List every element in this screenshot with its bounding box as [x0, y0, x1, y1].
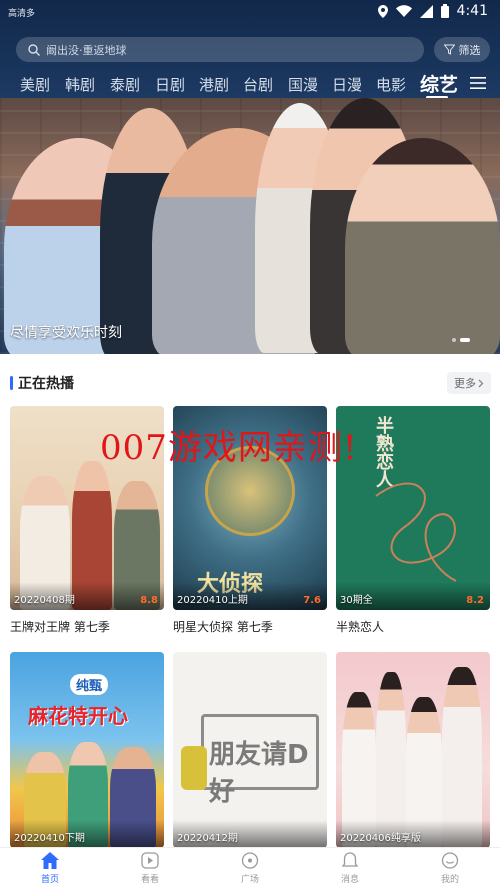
video-icon [141, 852, 159, 869]
tab-us-drama[interactable]: 美剧 [20, 74, 50, 95]
tab-movie[interactable]: 电影 [376, 74, 406, 95]
show-title: 半熟恋人 [336, 620, 385, 634]
show-card[interactable]: 朋友请D好 20220412期 [173, 652, 327, 848]
episode-label: 20220412期 [177, 833, 238, 844]
nav-watch[interactable]: 看看 [120, 852, 180, 885]
bottom-nav: 首页 看看 广场 消息 我的 [0, 847, 500, 889]
episode-label: 30期全 [340, 595, 373, 606]
episode-label: 20220410下期 [14, 833, 85, 844]
tab-chinese-anime[interactable]: 国漫 [288, 74, 318, 95]
signal-icon [419, 4, 433, 18]
tab-hk-drama[interactable]: 港剧 [199, 74, 229, 95]
banner-caption: 尽情享受欢乐时刻 [10, 325, 122, 341]
menu-icon[interactable] [470, 76, 486, 90]
bell-icon [341, 852, 359, 867]
carousel-dot-active [460, 338, 470, 342]
nav-label: 消息 [340, 875, 359, 885]
filter-button[interactable]: 筛选 [434, 37, 490, 62]
status-icons: 4:41 [377, 3, 488, 19]
wifi-icon [395, 5, 412, 17]
tab-korean-drama[interactable]: 韩剧 [65, 74, 95, 95]
poster-title: 麻花特开心 [28, 704, 128, 728]
watermark-text: 007游戏网亲测! [100, 428, 358, 468]
score-badge: 8.2 [466, 595, 484, 606]
more-label: 更多 [454, 377, 476, 390]
score-badge: 8.8 [140, 595, 158, 606]
poster-subtitle: 纯甄 [70, 674, 109, 695]
show-poster: 朋友请D好 20220412期 [173, 652, 327, 848]
home-icon [41, 852, 59, 869]
show-card[interactable]: 纯甄 麻花特开心 20220410下期 [10, 652, 164, 848]
nav-label: 我的 [440, 875, 459, 885]
section-title: 正在热播 [18, 376, 74, 392]
now-playing-header: 正在热播 更多 [0, 362, 500, 402]
show-card[interactable]: 半熟恋人 30期全 8.2 半熟恋人 [336, 406, 490, 635]
carousel-indicator [452, 338, 470, 342]
poster-sticker [181, 746, 207, 790]
poster-title: 朋友请D好 [209, 740, 309, 807]
search-placeholder: 阚出没·重返地球 [46, 43, 127, 57]
section-accent-bar [10, 376, 13, 390]
tab-japanese-anime[interactable]: 日漫 [332, 74, 362, 95]
more-button[interactable]: 更多 [447, 372, 491, 394]
hero-banner[interactable]: 尽情享受欢乐时刻 [0, 98, 500, 354]
show-poster: 半熟恋人 30期全 8.2 [336, 406, 490, 610]
carrier-label: 高清多 [8, 9, 36, 19]
show-card[interactable]: 20220406纯享版 [336, 652, 490, 848]
carousel-dot [452, 338, 456, 342]
nav-profile[interactable]: 我的 [420, 852, 480, 885]
show-title: 明星大侦探 第七季 [173, 620, 273, 634]
poster-thread-art [375, 482, 457, 582]
show-poster: 纯甄 麻花特开心 20220410下期 [10, 652, 164, 848]
clock: 4:41 [456, 3, 488, 19]
episode-label: 20220410上期 [177, 595, 248, 606]
tab-thai-drama[interactable]: 泰剧 [110, 74, 140, 95]
chevron-right-icon [478, 379, 484, 387]
search-icon [28, 43, 40, 56]
show-title: 王牌对王牌 第七季 [10, 620, 110, 634]
nav-plaza[interactable]: 广场 [220, 852, 280, 885]
tab-tw-drama[interactable]: 台剧 [243, 74, 273, 95]
nav-home[interactable]: 首页 [20, 852, 80, 885]
tab-variety[interactable]: 综艺 [420, 70, 458, 97]
category-tabs: 美剧 韩剧 泰剧 日剧 港剧 台剧 国漫 日漫 电影 综艺 [0, 70, 500, 99]
nav-messages[interactable]: 消息 [320, 852, 380, 885]
battery-icon [440, 4, 449, 18]
score-badge: 7.6 [303, 595, 321, 606]
search-input[interactable]: 阚出没·重返地球 [16, 37, 424, 62]
nav-label: 看看 [140, 875, 159, 885]
episode-label: 20220408期 [14, 595, 75, 606]
tab-japanese-drama[interactable]: 日剧 [155, 74, 185, 95]
top-header: 高清多 4:41 阚出没·重返地球 筛选 美剧 韩剧 泰剧 日剧 港剧 台剧 国… [0, 0, 500, 99]
location-icon [377, 4, 388, 18]
plaza-icon [241, 852, 259, 869]
status-bar: 高清多 4:41 [0, 0, 500, 26]
filter-icon [443, 44, 455, 55]
profile-icon [441, 852, 459, 869]
show-poster: 20220406纯享版 [336, 652, 490, 848]
episode-label: 20220406纯享版 [340, 833, 421, 844]
filter-label: 筛选 [458, 43, 481, 57]
banner-person [345, 138, 500, 354]
nav-label: 广场 [240, 875, 259, 885]
nav-label: 首页 [40, 875, 59, 885]
